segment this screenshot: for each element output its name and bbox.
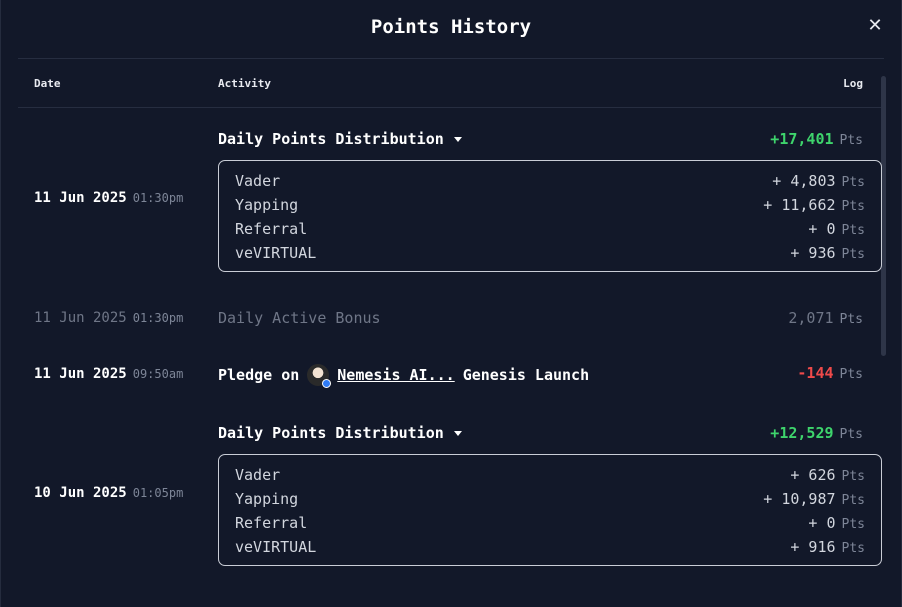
breakdown-value: + 626 Pts bbox=[790, 466, 865, 484]
column-header-date: Date bbox=[34, 77, 61, 90]
column-header-log: Log bbox=[843, 77, 863, 90]
log-value: +12,529 Pts bbox=[770, 424, 863, 442]
points-history-modal: Points History ✕ Date Activity Log 11 Ju… bbox=[0, 0, 902, 607]
project-link[interactable]: Nemesis AI... bbox=[337, 366, 454, 384]
log-amount: +12,529 bbox=[770, 424, 834, 442]
breakdown-label: veVIRTUAL bbox=[235, 538, 317, 556]
date-text: 11 Jun 2025 bbox=[34, 366, 127, 382]
log-amount: 2,071 bbox=[788, 309, 834, 327]
chevron-down-icon bbox=[453, 136, 462, 142]
breakdown-row: veVIRTUAL + 936 Pts bbox=[235, 241, 865, 265]
time-text: 01:30pm bbox=[132, 191, 184, 205]
breakdown-row: Referral + 0 Pts bbox=[235, 511, 865, 535]
breakdown-row: Vader + 626 Pts bbox=[235, 463, 865, 487]
row-date: 11 Jun 2025 01:30pm bbox=[34, 190, 183, 206]
breakdown-row: Yapping + 11,662 Pts bbox=[235, 193, 865, 217]
breakdown-value: + 916 Pts bbox=[790, 538, 865, 556]
pts-unit: Pts bbox=[839, 133, 863, 148]
breakdown-label: Vader bbox=[235, 172, 281, 190]
pts-unit: Pts bbox=[839, 312, 863, 327]
breakdown-label: Yapping bbox=[235, 490, 299, 508]
breakdown-value: + 4,803 Pts bbox=[772, 172, 865, 190]
activity-cell: Pledge on Nemesis AI... Genesis Launch bbox=[218, 364, 590, 388]
log-value: -144 Pts bbox=[797, 364, 863, 382]
avatar[interactable] bbox=[307, 364, 332, 388]
header-divider bbox=[18, 58, 884, 59]
breakdown-row: Yapping + 10,987 Pts bbox=[235, 487, 865, 511]
breakdown-label: Yapping bbox=[235, 196, 299, 214]
breakdown-value: + 0 Pts bbox=[808, 220, 865, 238]
activity-dropdown[interactable]: Daily Points Distribution bbox=[218, 130, 462, 148]
breakdown-box: Vader + 4,803 Pts Yapping + 11,662 Pts Refer… bbox=[218, 160, 882, 272]
row-date: 11 Jun 2025 01:30pm bbox=[34, 310, 183, 326]
breakdown-value: + 0 Pts bbox=[808, 514, 865, 532]
breakdown-row: Vader + 4,803 Pts bbox=[235, 169, 865, 193]
log-value: 2,071 Pts bbox=[788, 309, 863, 327]
table-header-divider bbox=[18, 107, 884, 108]
breakdown-row: Referral + 0 Pts bbox=[235, 217, 865, 241]
breakdown-label: Vader bbox=[235, 466, 281, 484]
activity-prefix: Pledge on bbox=[218, 366, 300, 384]
date-text: 11 Jun 2025 bbox=[34, 310, 127, 326]
log-amount: -144 bbox=[797, 364, 834, 382]
date-text: 10 Jun 2025 bbox=[34, 485, 127, 501]
breakdown-value: + 11,662 Pts bbox=[763, 196, 865, 214]
log-value: +17,401 Pts bbox=[770, 130, 863, 148]
breakdown-row: veVIRTUAL + 916 Pts bbox=[235, 535, 865, 559]
breakdown-box: Vader + 626 Pts Yapping + 10,987 Pts Referra… bbox=[218, 454, 882, 566]
activity-label: Daily Points Distribution bbox=[218, 130, 444, 148]
breakdown-label: Referral bbox=[235, 220, 308, 238]
close-icon[interactable]: ✕ bbox=[867, 16, 883, 36]
activity-dropdown[interactable]: Daily Points Distribution bbox=[218, 424, 462, 442]
pts-unit: Pts bbox=[839, 367, 863, 382]
time-text: 09:50am bbox=[132, 367, 184, 381]
chevron-down-icon bbox=[453, 430, 462, 436]
row-date: 11 Jun 2025 09:50am bbox=[34, 366, 183, 382]
verified-badge-icon bbox=[322, 379, 332, 388]
time-text: 01:30pm bbox=[132, 311, 184, 325]
date-text: 11 Jun 2025 bbox=[34, 190, 127, 206]
breakdown-label: Referral bbox=[235, 514, 308, 532]
breakdown-label: veVIRTUAL bbox=[235, 244, 317, 262]
breakdown-value: + 936 Pts bbox=[790, 244, 865, 262]
row-date: 10 Jun 2025 01:05pm bbox=[34, 485, 183, 501]
log-amount: +17,401 bbox=[770, 130, 834, 148]
activity-label: Daily Active Bonus bbox=[218, 309, 381, 327]
column-header-activity: Activity bbox=[218, 77, 271, 90]
modal-title: Points History bbox=[370, 16, 532, 38]
breakdown-value: + 10,987 Pts bbox=[763, 490, 865, 508]
time-text: 01:05pm bbox=[132, 486, 184, 500]
activity-suffix: Genesis Launch bbox=[462, 366, 590, 384]
activity-label: Daily Points Distribution bbox=[218, 424, 444, 442]
pts-unit: Pts bbox=[839, 427, 863, 442]
